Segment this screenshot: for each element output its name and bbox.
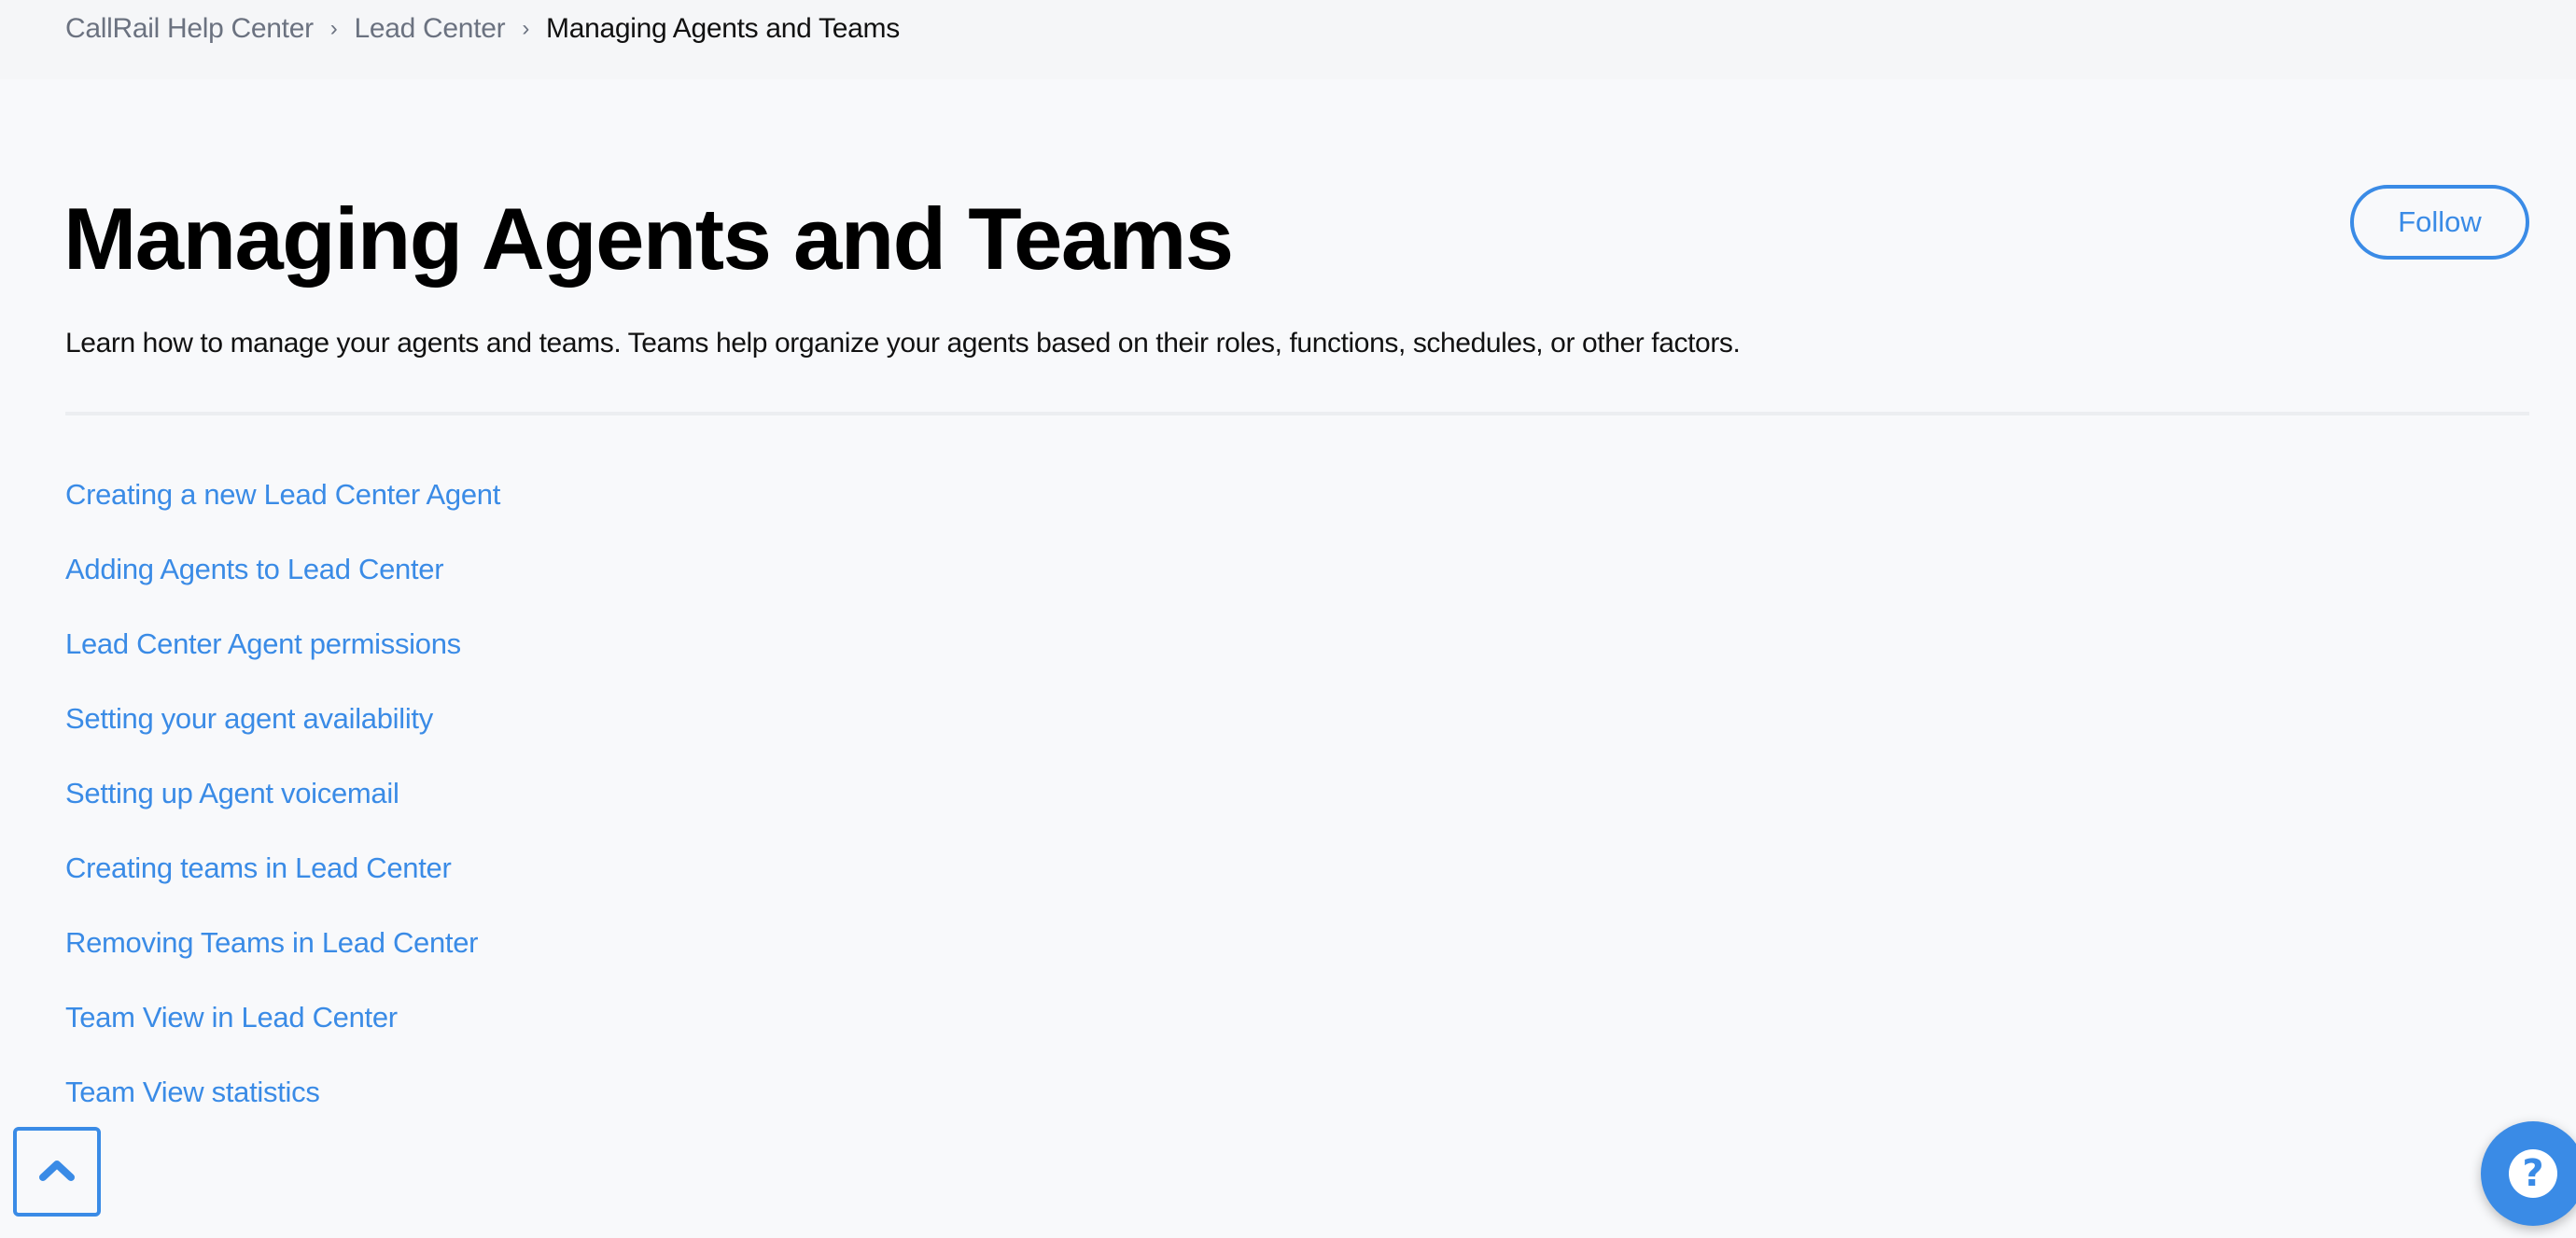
breadcrumb-separator: › bbox=[329, 16, 338, 41]
article-link[interactable]: Adding Agents to Lead Center bbox=[65, 549, 444, 590]
breadcrumb-link-lead-center[interactable]: Lead Center bbox=[354, 13, 505, 45]
article-link[interactable]: Lead Center Agent permissions bbox=[65, 624, 461, 665]
chevron-up-icon bbox=[37, 1157, 77, 1188]
article-link[interactable]: Team View statistics bbox=[65, 1072, 320, 1113]
section-description: Learn how to manage your agents and team… bbox=[65, 328, 1741, 359]
article-link[interactable]: Setting your agent availability bbox=[65, 698, 433, 739]
breadcrumb-bar: CallRail Help Center › Lead Center › Man… bbox=[0, 0, 2576, 79]
list-item: Creating a new Lead Center Agent bbox=[65, 474, 500, 549]
article-link[interactable]: Team View in Lead Center bbox=[65, 997, 398, 1038]
follow-button[interactable]: Follow bbox=[2350, 185, 2529, 260]
list-item: Lead Center Agent permissions bbox=[65, 624, 500, 698]
article-link[interactable]: Creating teams in Lead Center bbox=[65, 848, 452, 889]
list-item: Team View in Lead Center bbox=[65, 997, 500, 1072]
article-link[interactable]: Removing Teams in Lead Center bbox=[65, 922, 479, 964]
list-item: Creating teams in Lead Center bbox=[65, 848, 500, 922]
breadcrumb: CallRail Help Center › Lead Center › Man… bbox=[65, 9, 900, 49]
divider bbox=[65, 412, 2529, 415]
help-button[interactable]: ? bbox=[2481, 1121, 2576, 1226]
list-item: Team View statistics bbox=[65, 1072, 500, 1147]
back-to-top-button[interactable] bbox=[13, 1127, 101, 1217]
breadcrumb-current: Managing Agents and Teams bbox=[546, 13, 900, 44]
list-item: Setting your agent availability bbox=[65, 698, 500, 773]
page-title: Managing Agents and Teams bbox=[63, 190, 1234, 288]
breadcrumb-link-help-center[interactable]: CallRail Help Center bbox=[65, 13, 314, 45]
list-item: Removing Teams in Lead Center bbox=[65, 922, 500, 997]
question-mark-icon: ? bbox=[2509, 1149, 2557, 1198]
article-link[interactable]: Creating a new Lead Center Agent bbox=[65, 474, 500, 515]
breadcrumb-separator: › bbox=[522, 16, 530, 41]
list-item: Adding Agents to Lead Center bbox=[65, 549, 500, 624]
article-link[interactable]: Setting up Agent voicemail bbox=[65, 773, 399, 814]
article-list: Creating a new Lead Center Agent Adding … bbox=[65, 474, 500, 1147]
list-item: Setting up Agent voicemail bbox=[65, 773, 500, 848]
